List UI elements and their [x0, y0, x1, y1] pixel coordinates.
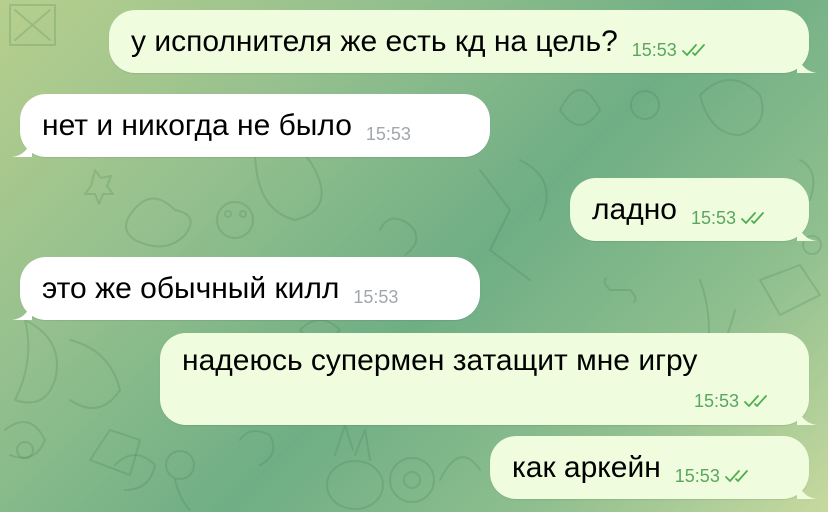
double-check-icon — [724, 469, 748, 482]
message-meta: 15:53 — [694, 391, 773, 411]
message-bubble-outgoing[interactable]: у исполнителя же есть кд на цель? 15:53 — [109, 10, 817, 73]
bubble-tail — [797, 405, 817, 425]
message-meta: 15:53 — [353, 287, 398, 307]
message-text: это же обычный килл — [42, 271, 340, 305]
message-time: 15:53 — [693, 391, 739, 411]
message-bubble-outgoing[interactable]: надеюсь супермен затащит мне игру 15:53 — [160, 333, 817, 425]
message-time: 15:53 — [690, 207, 736, 228]
bubble-tail — [797, 479, 817, 499]
bubble-tail — [12, 300, 32, 320]
message-time: 15:53 — [674, 465, 720, 486]
message-bubble-incoming[interactable]: нет и никогда не было 15:53 — [12, 94, 490, 157]
message-bubble-outgoing[interactable]: ладно 15:53 — [570, 178, 817, 241]
message-meta: 15:53 — [691, 208, 770, 228]
message-time: 15:53 — [631, 39, 677, 60]
message-text: ладно — [592, 192, 677, 226]
double-check-icon — [741, 211, 764, 224]
double-check-icon — [681, 43, 705, 56]
message-text: у исполнителя же есть кд на цель? — [131, 24, 618, 58]
double-check-icon — [744, 395, 767, 407]
message-time: 15:53 — [353, 286, 399, 307]
bubble-tail — [797, 53, 817, 73]
message-time: 15:53 — [365, 123, 411, 144]
message-bubble-incoming[interactable]: это же обычный килл 15:53 — [12, 257, 480, 320]
message-text: нет и никогда не было — [42, 108, 352, 142]
message-meta: 15:53 — [675, 466, 754, 486]
message-bubble-outgoing[interactable]: как аркейн 15:53 — [490, 436, 817, 499]
bubble-tail — [12, 137, 32, 157]
message-meta: 15:53 — [632, 40, 711, 60]
bubble-tail — [797, 221, 817, 241]
message-meta: 15:53 — [366, 124, 411, 144]
message-text: как аркейн — [512, 450, 661, 484]
message-text: надеюсь супермен затащит мне игру — [182, 344, 698, 377]
